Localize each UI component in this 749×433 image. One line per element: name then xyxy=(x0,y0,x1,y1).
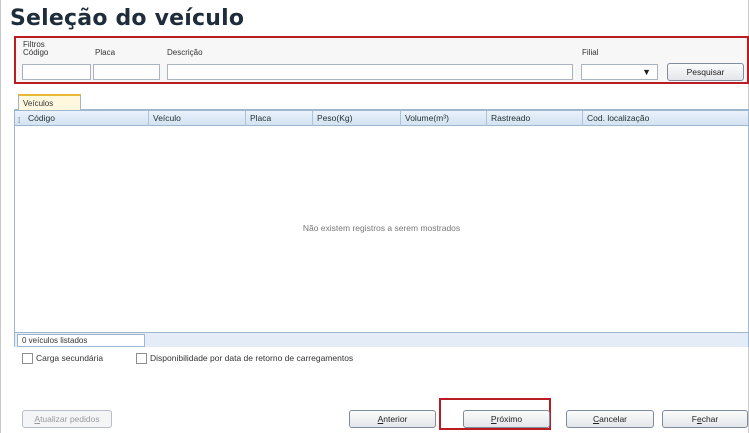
grid-footer: 0 veículos listados xyxy=(15,332,748,347)
filial-select[interactable]: ▼ xyxy=(581,64,658,80)
bottom-button-bar: Atualizar pedidos Anterior Próximo Cance… xyxy=(14,408,749,430)
col-cod-localizacao[interactable]: Cod. localização xyxy=(583,111,748,126)
previous-button[interactable]: Anterior xyxy=(349,410,436,428)
checkbox-box[interactable] xyxy=(136,352,147,364)
col-codigo-label: Código xyxy=(28,113,55,123)
col-peso[interactable]: Peso(Kg) xyxy=(313,111,401,126)
search-button[interactable]: Pesquisar xyxy=(667,63,744,81)
disponibilidade-label: Disponibilidade por data de retorno de c… xyxy=(150,353,354,363)
descricao-input[interactable] xyxy=(167,64,573,80)
codigo-label: Código xyxy=(23,48,49,57)
carga-secundaria-checkbox[interactable]: Carga secundária xyxy=(22,352,103,364)
placa-label: Placa xyxy=(95,48,116,57)
chevron-down-icon: ▼ xyxy=(642,67,651,77)
placa-input[interactable] xyxy=(93,64,160,80)
tab-veiculos[interactable]: Veículos xyxy=(18,94,81,111)
column-chooser-icon[interactable]: ⁞ xyxy=(18,113,20,128)
col-volume[interactable]: Volume(m³) xyxy=(401,111,487,126)
vehicle-selection-window: Seleção do veículo Filtros Código Placa … xyxy=(0,0,749,433)
grid-header: ⁞ Código Veículo Placa Peso(Kg) Volume(m… xyxy=(15,111,748,126)
col-codigo[interactable]: ⁞ Código xyxy=(15,111,149,126)
disponibilidade-checkbox[interactable]: Disponibilidade por data de retorno de c… xyxy=(136,352,353,364)
codigo-input[interactable] xyxy=(22,64,91,80)
next-button[interactable]: Próximo xyxy=(463,410,550,428)
filial-label: Filial xyxy=(582,48,599,57)
col-rastreado[interactable]: Rastreado xyxy=(487,111,583,126)
vehicles-grid: ⁞ Código Veículo Placa Peso(Kg) Volume(m… xyxy=(14,110,749,347)
update-orders-button[interactable]: Atualizar pedidos xyxy=(22,410,112,428)
empty-grid-message: Não existem registros a serem mostrados xyxy=(302,223,461,233)
cancel-button[interactable]: Cancelar xyxy=(566,410,654,428)
page-title: Seleção do veículo xyxy=(10,6,245,31)
vehicle-count: 0 veículos listados xyxy=(17,334,145,347)
col-placa[interactable]: Placa xyxy=(246,111,313,126)
col-veiculo[interactable]: Veículo xyxy=(149,111,246,126)
checkbox-box[interactable] xyxy=(22,352,33,364)
descricao-label: Descrição xyxy=(167,48,203,57)
carga-secundaria-label: Carga secundária xyxy=(36,353,104,363)
tab-strip: Veículos xyxy=(14,91,749,111)
close-button[interactable]: Fechar xyxy=(662,410,748,428)
filters-panel: Filtros Código Placa Descrição Filial ▼ … xyxy=(14,36,749,84)
